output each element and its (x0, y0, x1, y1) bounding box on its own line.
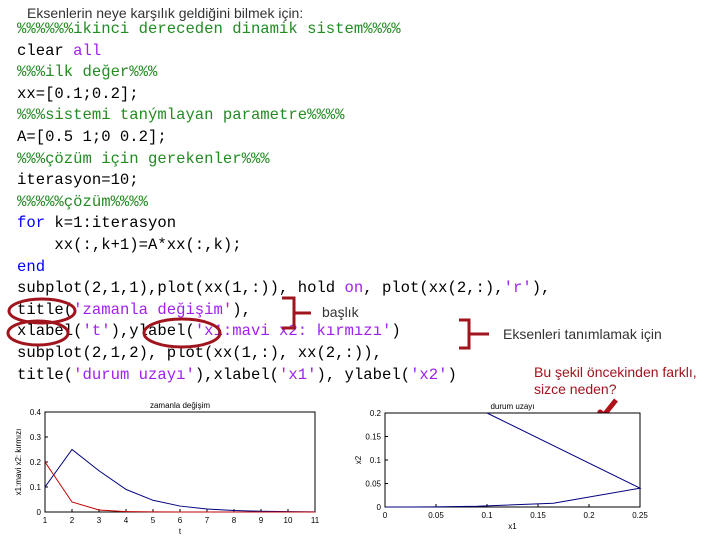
y-tick-label: 0.2 (30, 458, 42, 467)
x-tick-label: 3 (97, 516, 102, 525)
y-tick-label: 0.05 (365, 480, 381, 489)
x-tick-label: 0.1 (481, 511, 493, 520)
x-tick-label: 0.15 (530, 511, 546, 520)
x-tick-label: 6 (178, 516, 183, 525)
x-tick-label: 9 (259, 516, 264, 525)
y-tick-label: 0.1 (370, 456, 382, 465)
x-tick-label: 7 (205, 516, 210, 525)
y-tick-label: 0.3 (30, 433, 42, 442)
axes-frame (44, 411, 316, 513)
x-axis-label: x1 (508, 522, 517, 531)
x-tick-label: 10 (284, 516, 293, 525)
y-axis-label: x2 (354, 455, 363, 464)
x-tick-label: 0.25 (632, 511, 648, 520)
y-tick-label: 0 (377, 503, 382, 512)
xlabel-circle (6, 319, 70, 347)
x-tick-label: 0 (383, 511, 388, 520)
y-tick-label: 0.1 (30, 483, 42, 492)
y-tick-label: 0.4 (30, 408, 42, 417)
y-tick-label: 0.2 (370, 409, 382, 418)
ylabel-circle (142, 317, 222, 349)
x-tick-label: 1 (43, 516, 48, 525)
y-axis-label: x1:mavi x2: kırmızı (14, 429, 23, 496)
title-circle (7, 297, 77, 325)
x-tick-label: 0.2 (583, 511, 595, 520)
y-tick-label: 0 (37, 508, 42, 517)
x-tick-label: 4 (124, 516, 129, 525)
title-brace (282, 296, 311, 330)
x-axis-label: t (179, 527, 182, 536)
x-tick-label: 8 (232, 516, 237, 525)
x-tick-label: 5 (151, 516, 156, 525)
axes-brace (459, 318, 489, 350)
annotation-overlay: zamanla değişim t x1:mavi x2: kırmızı 1 2 3 4 5… (6, 296, 648, 536)
chart-title: zamanla değişim (150, 401, 210, 410)
y-tick-label: 0.15 (365, 433, 381, 442)
chart-title: durum uzayı (490, 402, 534, 411)
x-tick-label: 0.05 (428, 511, 444, 520)
axes-frame (384, 412, 641, 508)
x-tick-label: 11 (311, 516, 320, 525)
x-tick-label: 2 (70, 516, 75, 525)
